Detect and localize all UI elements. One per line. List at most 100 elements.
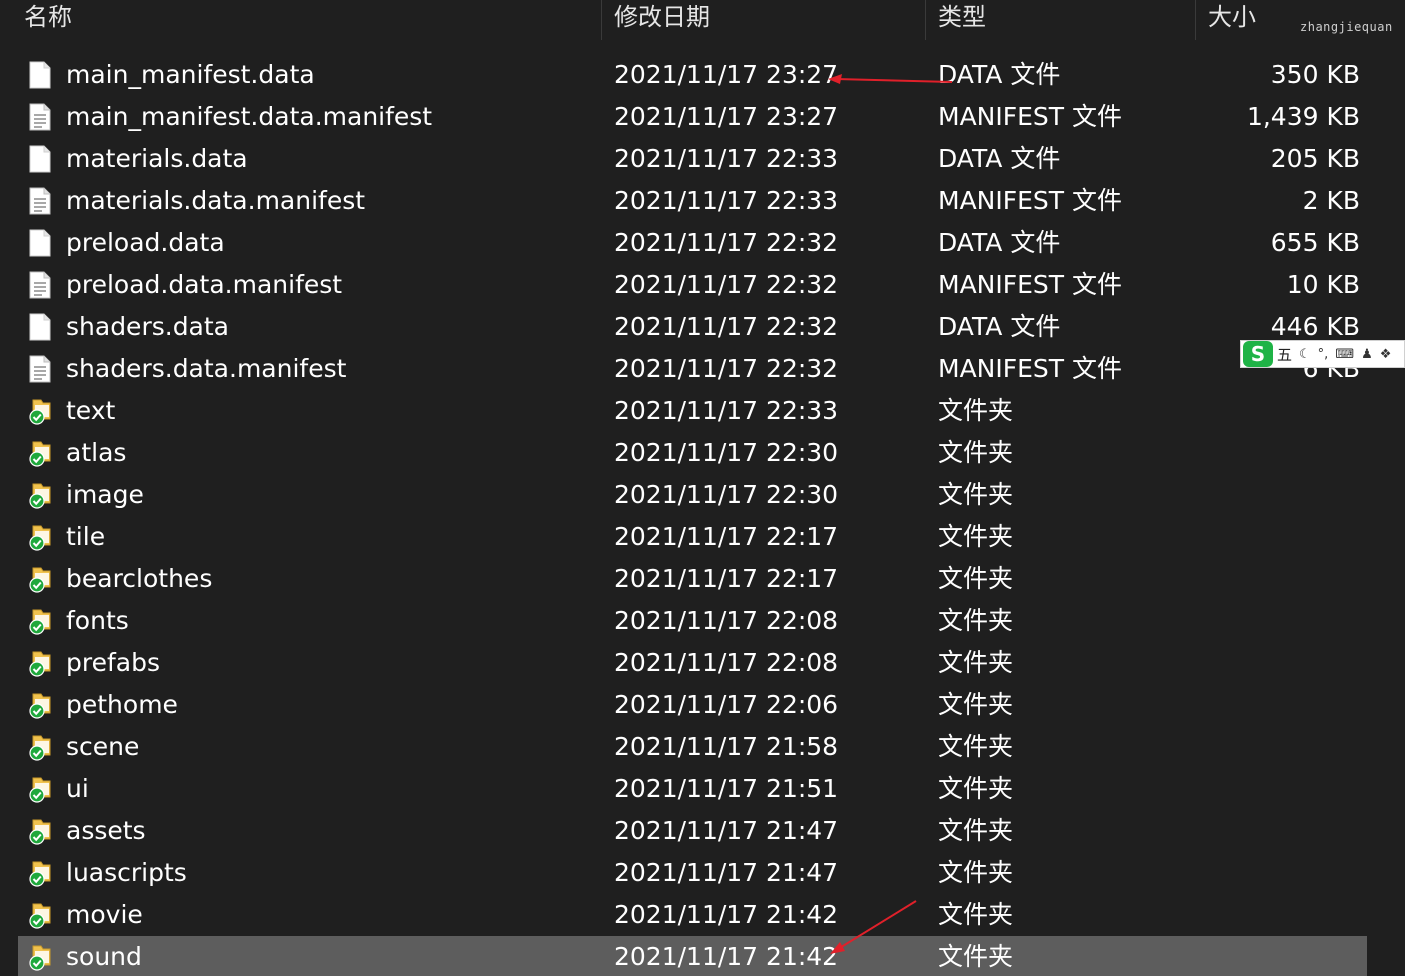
file-size <box>1160 600 1360 642</box>
file-row[interactable]: prefabs 2021/11/17 22:08 文件夹 <box>0 642 1405 684</box>
file-row[interactable]: shaders.data.manifest 2021/11/17 22:32 MAN… <box>0 348 1405 390</box>
file-name: tile <box>66 522 106 551</box>
file-explorer-window: 名称 修改日期 类型 大小 zhangjiequan main_manifest… <box>0 0 1405 976</box>
file-size <box>1160 852 1360 894</box>
file-name: text <box>66 396 116 425</box>
folder-synced-icon <box>28 943 52 971</box>
file-row[interactable]: main_manifest.data.manifest 2021/11/17 23… <box>0 96 1405 138</box>
column-divider[interactable] <box>601 0 602 40</box>
file-row[interactable]: materials.data 2021/11/17 22:33 DATA 文件 205… <box>0 138 1405 180</box>
file-type: 文件夹 <box>938 900 1014 929</box>
file-date-modified: 2021/11/17 22:33 <box>614 396 839 425</box>
file-row[interactable]: shaders.data 2021/11/17 22:32 DATA 文件 446 K… <box>0 306 1405 348</box>
file-name: atlas <box>66 438 127 467</box>
file-type: 文件夹 <box>938 606 1014 635</box>
grid-icon[interactable]: ❖ <box>1380 347 1392 362</box>
file-date-modified: 2021/11/17 22:17 <box>614 564 839 593</box>
folder-synced-icon <box>28 481 52 509</box>
file-size: 350 KB <box>1270 60 1360 89</box>
ime-logo-icon[interactable]: S <box>1243 341 1273 367</box>
keyboard-icon[interactable]: ⌨ <box>1335 347 1354 362</box>
column-header-name[interactable]: 名称 <box>24 0 72 40</box>
file-size: 1,439 KB <box>1246 102 1360 131</box>
folder-synced-icon <box>28 607 52 635</box>
file-name: scene <box>66 732 140 761</box>
file-type: MANIFEST 文件 <box>938 270 1123 299</box>
folder-synced-icon <box>28 691 52 719</box>
file-row[interactable]: bearclothes 2021/11/17 22:17 文件夹 <box>0 558 1405 600</box>
file-row[interactable]: luascripts 2021/11/17 21:47 文件夹 <box>0 852 1405 894</box>
file-type: 文件夹 <box>938 732 1014 761</box>
punctuation-icon[interactable]: °, <box>1318 347 1329 362</box>
folder-synced-icon <box>28 733 52 761</box>
ime-toolbar[interactable]: S 五 ☾ °, ⌨ ♟ ❖ <box>1240 340 1405 368</box>
file-row[interactable]: scene 2021/11/17 21:58 文件夹 <box>0 726 1405 768</box>
file-name: luascripts <box>66 858 187 887</box>
text-file-icon <box>28 355 52 383</box>
file-date-modified: 2021/11/17 22:30 <box>614 480 839 509</box>
folder-synced-icon <box>28 523 52 551</box>
file-row[interactable]: preload.data 2021/11/17 22:32 DATA 文件 655 K… <box>0 222 1405 264</box>
file-name: main_manifest.data.manifest <box>66 102 433 131</box>
file-name: main_manifest.data <box>66 60 315 89</box>
file-row[interactable]: fonts 2021/11/17 22:08 文件夹 <box>0 600 1405 642</box>
file-date-modified: 2021/11/17 21:58 <box>614 732 839 761</box>
file-row[interactable]: ui 2021/11/17 21:51 文件夹 <box>0 768 1405 810</box>
text-file-icon <box>28 187 52 215</box>
file-row[interactable]: sound 2021/11/17 21:42 文件夹 <box>0 936 1405 976</box>
file-type: 文件夹 <box>938 522 1014 551</box>
file-date-modified: 2021/11/17 22:32 <box>614 354 839 383</box>
file-type: DATA 文件 <box>938 228 1061 257</box>
file-date-modified: 2021/11/17 23:27 <box>614 102 839 131</box>
moon-icon[interactable]: ☾ <box>1299 347 1311 362</box>
file-date-modified: 2021/11/17 22:17 <box>614 522 839 551</box>
file-type: DATA 文件 <box>938 60 1061 89</box>
column-header-date[interactable]: 修改日期 <box>614 0 710 40</box>
file-row[interactable]: image 2021/11/17 22:30 文件夹 <box>0 474 1405 516</box>
file-size <box>1160 390 1360 432</box>
folder-synced-icon <box>28 901 52 929</box>
file-row[interactable]: main_manifest.data 2021/11/17 23:27 DATA 文… <box>0 54 1405 96</box>
file-type: MANIFEST 文件 <box>938 354 1123 383</box>
file-type: 文件夹 <box>938 942 1014 971</box>
folder-synced-icon <box>28 439 52 467</box>
file-name: fonts <box>66 606 129 635</box>
file-date-modified: 2021/11/17 22:08 <box>614 606 839 635</box>
file-row[interactable]: assets 2021/11/17 21:47 文件夹 <box>0 810 1405 852</box>
file-row[interactable]: movie 2021/11/17 21:42 文件夹 <box>0 894 1405 936</box>
column-divider[interactable] <box>925 0 926 40</box>
column-header-bar: 名称 修改日期 类型 大小 zhangjiequan <box>0 0 1405 40</box>
file-size <box>1160 936 1360 976</box>
file-name: assets <box>66 816 146 845</box>
file-size <box>1160 516 1360 558</box>
file-list: main_manifest.data 2021/11/17 23:27 DATA 文… <box>0 54 1405 976</box>
user-icon[interactable]: ♟ <box>1361 347 1373 362</box>
file-row[interactable]: atlas 2021/11/17 22:30 文件夹 <box>0 432 1405 474</box>
column-header-size[interactable]: 大小 <box>1208 0 1256 40</box>
file-size <box>1160 684 1360 726</box>
file-name: movie <box>66 900 143 929</box>
file-row[interactable]: preload.data.manifest 2021/11/17 22:32 MAN… <box>0 264 1405 306</box>
file-date-modified: 2021/11/17 21:51 <box>614 774 839 803</box>
file-row[interactable]: materials.data.manifest 2021/11/17 22:33 M… <box>0 180 1405 222</box>
column-header-type[interactable]: 类型 <box>938 0 986 40</box>
watermark-text: zhangjiequan <box>1300 20 1393 34</box>
folder-synced-icon <box>28 859 52 887</box>
folder-synced-icon <box>28 817 52 845</box>
folder-synced-icon <box>28 649 52 677</box>
text-file-icon <box>28 103 52 131</box>
ime-mode-toggle[interactable]: 五 <box>1277 344 1292 365</box>
file-size: 10 KB <box>1286 270 1360 299</box>
column-divider[interactable] <box>1195 0 1196 40</box>
file-name: preload.data.manifest <box>66 270 343 299</box>
folder-synced-icon <box>28 775 52 803</box>
file-row[interactable]: text 2021/11/17 22:33 文件夹 <box>0 390 1405 432</box>
folder-synced-icon <box>28 565 52 593</box>
file-row[interactable]: tile 2021/11/17 22:17 文件夹 <box>0 516 1405 558</box>
file-size: 205 KB <box>1270 144 1360 173</box>
file-name: shaders.data.manifest <box>66 354 347 383</box>
file-name: sound <box>66 942 142 971</box>
file-row[interactable]: pethome 2021/11/17 22:06 文件夹 <box>0 684 1405 726</box>
file-size <box>1160 432 1360 474</box>
file-name: prefabs <box>66 648 160 677</box>
